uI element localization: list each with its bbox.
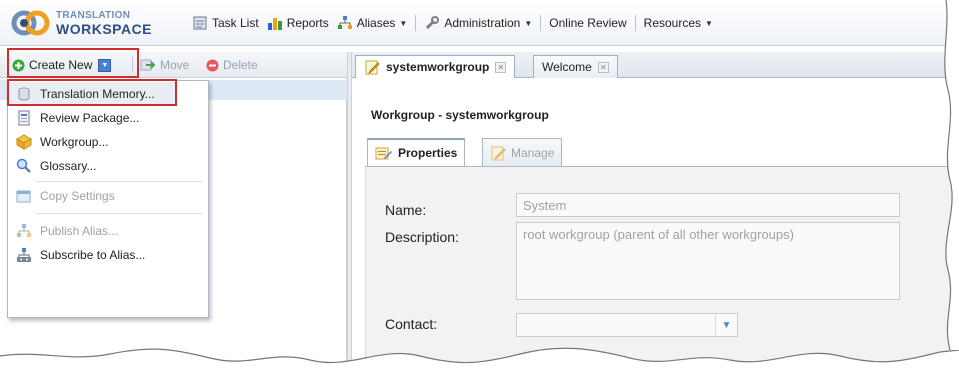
tab-label: Manage: [511, 145, 555, 160]
edit-document-icon: [365, 60, 380, 75]
subscribe-alias-icon: [17, 248, 31, 262]
description-field[interactable]: root workgroup (parent of all other work…: [516, 222, 900, 300]
menu-online-review[interactable]: Online Review: [549, 16, 626, 30]
tab-label: Properties: [398, 146, 458, 160]
delete-label: Delete: [223, 58, 258, 72]
copy-settings-icon: [16, 190, 31, 203]
chevron-down-icon: ▼: [399, 18, 408, 28]
logo-icon: [11, 10, 50, 36]
administration-icon: [426, 16, 440, 30]
menu-item-glossary[interactable]: Glossary...: [8, 154, 208, 178]
menu-divider: [415, 15, 417, 31]
delete-button[interactable]: Delete: [206, 56, 258, 74]
menu-item-label: Glossary...: [40, 159, 97, 173]
menu-item-workgroup[interactable]: Workgroup...: [8, 130, 208, 154]
delete-icon: [206, 59, 219, 71]
chevron-down-icon: ▼: [705, 18, 713, 28]
annotation-highlight-create-new: [7, 48, 139, 78]
menu-aliases[interactable]: Aliases ▼: [337, 15, 408, 31]
close-icon[interactable]: ✕: [495, 61, 507, 73]
aliases-icon: [337, 16, 352, 29]
annotation-highlight-translation-memory: [7, 79, 177, 106]
name-field[interactable]: System: [516, 193, 900, 217]
menu-label-task-list: Task List: [212, 16, 259, 30]
menu-label-online-review: Online Review: [549, 16, 627, 30]
workgroup-icon: [16, 134, 32, 150]
tab-label: systemworkgroup: [386, 60, 490, 74]
tab-systemworkgroup[interactable]: systemworkgroup ✕: [355, 55, 516, 78]
review-package-icon: [18, 110, 30, 126]
page-title: Workgroup - systemworkgroup: [371, 108, 549, 122]
menu-resources[interactable]: Resources ▼: [644, 16, 713, 30]
menu-item-label: Workgroup...: [40, 135, 109, 149]
tab-manage[interactable]: Manage: [482, 138, 563, 166]
contact-label: Contact:: [385, 316, 438, 332]
publish-alias-icon: [17, 224, 31, 237]
main-menu: Task List Reports Aliases ▼ Administrati…: [192, 14, 721, 32]
menu-item-subscribe-alias[interactable]: Subscribe to Alias...: [8, 243, 208, 267]
logo-text-bottom: WORKSPACE: [56, 21, 153, 37]
reports-icon: [267, 18, 282, 30]
menu-label-administration: Administration: [444, 16, 521, 30]
document-tabs: systemworkgroup ✕ Welcome ✕: [352, 52, 959, 78]
move-button[interactable]: Move: [140, 56, 189, 74]
close-icon[interactable]: ✕: [597, 61, 609, 73]
description-label: Description:: [385, 229, 459, 245]
menu-reports[interactable]: Reports: [267, 15, 329, 31]
menu-label-resources: Resources: [643, 16, 702, 30]
menu-item-publish-alias[interactable]: Publish Alias...: [8, 219, 208, 243]
menu-administration[interactable]: Administration ▼: [424, 15, 532, 31]
app-logo: TRANSLATION WORKSPACE: [10, 6, 160, 40]
menu-divider: [36, 181, 202, 182]
contact-select[interactable]: ▼: [516, 313, 738, 337]
chevron-down-icon[interactable]: ▼: [715, 314, 737, 336]
menu-item-copy-settings[interactable]: Copy Settings: [8, 184, 208, 208]
menu-label-aliases: Aliases: [356, 16, 396, 30]
menu-item-review-package[interactable]: Review Package...: [8, 106, 208, 130]
app-header: TRANSLATION WORKSPACE Task List Reports: [0, 0, 959, 46]
menu-item-label: Copy Settings: [40, 189, 115, 203]
menu-item-label: Review Package...: [40, 111, 140, 125]
tab-welcome[interactable]: Welcome ✕: [533, 55, 618, 78]
move-label: Move: [160, 58, 190, 72]
glossary-icon: [16, 158, 31, 173]
chevron-down-icon: ▼: [524, 18, 533, 28]
menu-divider: [540, 15, 542, 31]
tab-label: Welcome: [542, 60, 592, 74]
name-label: Name:: [385, 202, 427, 218]
create-new-menu: Translation Memory... Review Package... …: [7, 80, 209, 318]
menu-item-label: Publish Alias...: [40, 224, 119, 238]
manage-icon: [491, 146, 506, 160]
task-list-icon: [193, 16, 207, 30]
menu-divider: [36, 213, 202, 214]
properties-icon: [375, 147, 392, 160]
move-icon: [140, 59, 156, 71]
menu-label-reports: Reports: [286, 16, 329, 30]
menu-item-label: Subscribe to Alias...: [40, 248, 146, 262]
menu-task-list[interactable]: Task List: [192, 15, 259, 31]
menu-divider: [634, 15, 636, 31]
logo-text-top: TRANSLATION: [56, 10, 131, 21]
tab-properties[interactable]: Properties: [367, 138, 466, 166]
